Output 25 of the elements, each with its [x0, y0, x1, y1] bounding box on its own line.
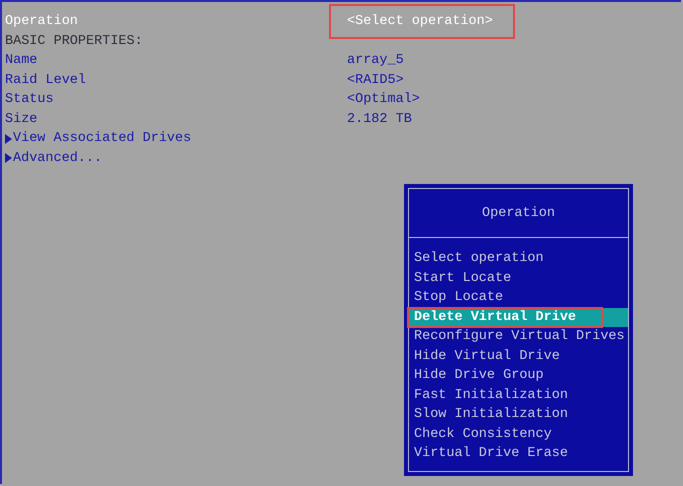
menu-item[interactable]: Select operation [409, 249, 628, 268]
menu-item[interactable]: Hide Virtual Drive [409, 346, 628, 366]
field-label: Name [5, 53, 38, 68]
section-header: BASIC PROPERTIES: [5, 34, 143, 49]
menu-item[interactable]: Start Locate [409, 268, 628, 288]
menu-item[interactable]: Stop Locate [409, 288, 628, 308]
triangle-icon [5, 134, 12, 144]
field-label: Operation [5, 14, 79, 30]
submenu-link[interactable]: View Associated Drives [5, 131, 192, 146]
menu-item[interactable]: Virtual Drive Erase [409, 444, 628, 464]
field-label: Raid Level [5, 72, 88, 88]
menu-item[interactable]: Hide Drive Group [409, 366, 628, 386]
field-value[interactable]: array_5 [347, 53, 404, 68]
field-label: Status [5, 92, 55, 108]
popup-title: Operation [409, 189, 628, 238]
menu-item[interactable]: Check Consistency [409, 424, 628, 444]
submenu-link[interactable]: Advanced... [5, 150, 102, 166]
field-value[interactable]: 2.182 TB [347, 112, 412, 127]
field-value[interactable]: <Optimal> [347, 92, 420, 108]
field-label: Size [5, 112, 38, 127]
menu-item[interactable]: Reconfigure Virtual Drives [409, 327, 628, 346]
field-value[interactable]: <RAID5> [347, 72, 404, 88]
menu-item[interactable]: Slow Initialization [409, 405, 628, 424]
menu-item[interactable]: Fast Initialization [409, 386, 628, 405]
triangle-icon [5, 153, 12, 164]
